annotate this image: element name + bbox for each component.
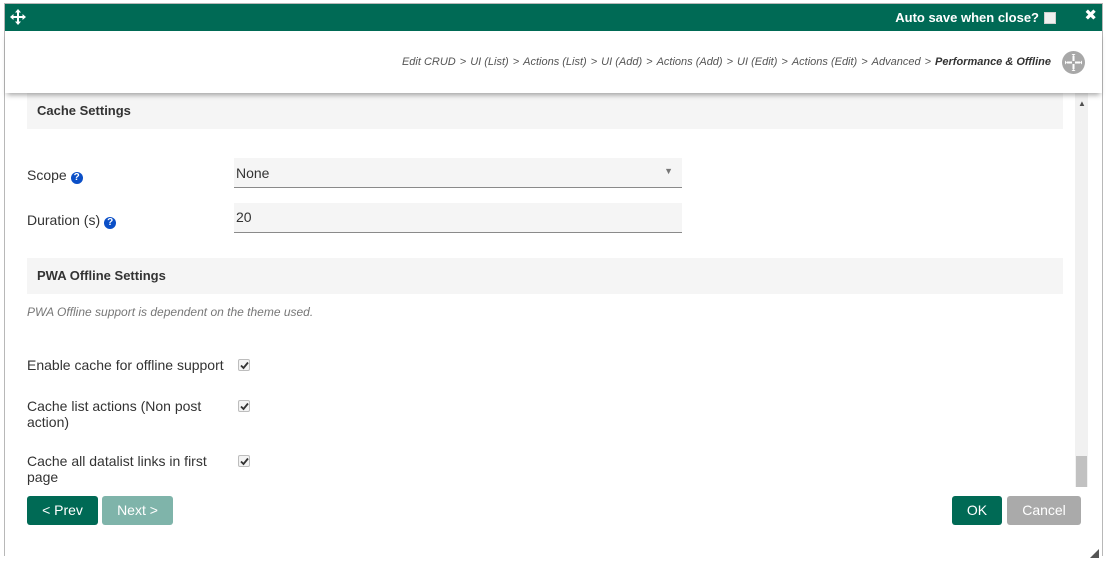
breadcrumb-item-edit-crud[interactable]: Edit CRUD <box>402 56 456 68</box>
next-button[interactable]: Next > <box>102 496 173 525</box>
breadcrumb: Edit CRUD > UI (List) > Actions (List) > UI (A… <box>402 56 1051 68</box>
cache-datalist-links-checkbox[interactable] <box>238 455 250 467</box>
resize-grip-icon[interactable] <box>1090 545 1099 558</box>
autosave-label: Auto save when close? <box>895 10 1039 25</box>
form-content: Cache Settings Scope? None ▼ Duration (s… <box>5 93 1088 487</box>
breadcrumb-separator: > <box>781 56 788 68</box>
cancel-button[interactable]: Cancel <box>1007 496 1081 525</box>
cache-datalist-links-label: Cache all datalist links in first page <box>27 453 207 485</box>
scope-label: Scope <box>27 167 67 183</box>
prev-button[interactable]: < Prev <box>27 496 98 525</box>
breadcrumb-item-ui-add[interactable]: UI (Add) <box>601 56 642 68</box>
enable-offline-cache-label: Enable cache for offline support <box>27 357 224 373</box>
enable-offline-cache-checkbox[interactable] <box>238 359 250 371</box>
breadcrumb-item-advanced[interactable]: Advanced <box>872 56 921 68</box>
section-heading-cache-settings: Cache Settings <box>27 93 1063 129</box>
checkmark-icon <box>240 402 249 411</box>
cache-list-actions-checkbox[interactable] <box>238 400 250 412</box>
section-heading-pwa-offline-settings: PWA Offline Settings <box>27 258 1063 294</box>
breadcrumb-separator: > <box>861 56 868 68</box>
breadcrumb-item-actions-edit[interactable]: Actions (Edit) <box>792 56 857 68</box>
breadcrumb-separator: > <box>726 56 734 68</box>
breadcrumb-item-ui-edit[interactable]: UI (Edit) <box>737 56 777 68</box>
breadcrumb-item-performance-offline[interactable]: Performance & Offline <box>935 56 1051 68</box>
breadcrumb-item-actions-list[interactable]: Actions (List) <box>523 56 587 68</box>
scope-select-value: None <box>236 165 270 181</box>
duration-field-label: Duration (s)? <box>27 212 117 229</box>
scrollbar-thumb[interactable] <box>1076 456 1087 487</box>
help-icon[interactable]: ? <box>70 172 83 184</box>
collapse-toggle-icon[interactable] <box>1062 51 1085 74</box>
breadcrumb-item-actions-add[interactable]: Actions (Add) <box>657 56 723 68</box>
vertical-scrollbar[interactable]: ▲ <box>1075 93 1088 487</box>
move-icon[interactable] <box>10 9 26 25</box>
breadcrumb-item-ui-list[interactable]: UI (List) <box>470 56 509 68</box>
breadcrumb-separator: > <box>646 56 653 68</box>
breadcrumb-separator: > <box>459 56 467 68</box>
titlebar: Auto save when close? ✖ <box>5 4 1102 31</box>
breadcrumb-bar: Edit CRUD > UI (List) > Actions (List) > UI (A… <box>5 31 1102 93</box>
chevron-down-icon: ▼ <box>664 166 673 176</box>
duration-label: Duration (s) <box>27 212 101 228</box>
breadcrumb-separator: > <box>590 56 598 68</box>
close-icon[interactable]: ✖ <box>1084 8 1097 24</box>
ok-button[interactable]: OK <box>952 496 1002 525</box>
help-icon[interactable]: ? <box>104 217 117 229</box>
duration-input-value: 20 <box>236 209 252 225</box>
breadcrumb-separator: > <box>924 56 932 68</box>
scope-field-label: Scope? <box>27 167 83 184</box>
checkmark-icon <box>240 457 249 466</box>
pwa-offline-note: PWA Offline support is dependent on the … <box>27 305 314 319</box>
dialog-footer: < Prev Next > OK Cancel <box>5 487 1102 558</box>
scope-select[interactable]: None ▼ <box>234 158 682 188</box>
cache-list-actions-label: Cache list actions (Non post action) <box>27 398 202 430</box>
autosave-option[interactable]: Auto save when close? <box>895 10 1056 25</box>
breadcrumb-separator: > <box>512 56 520 68</box>
dialog: Auto save when close? ✖ Edit CRUD > UI (Li… <box>4 3 1103 558</box>
scroll-up-arrow-icon[interactable]: ▲ <box>1078 99 1086 108</box>
autosave-checkbox[interactable] <box>1044 11 1056 24</box>
duration-input[interactable]: 20 <box>234 203 682 233</box>
checkmark-icon <box>240 361 249 370</box>
